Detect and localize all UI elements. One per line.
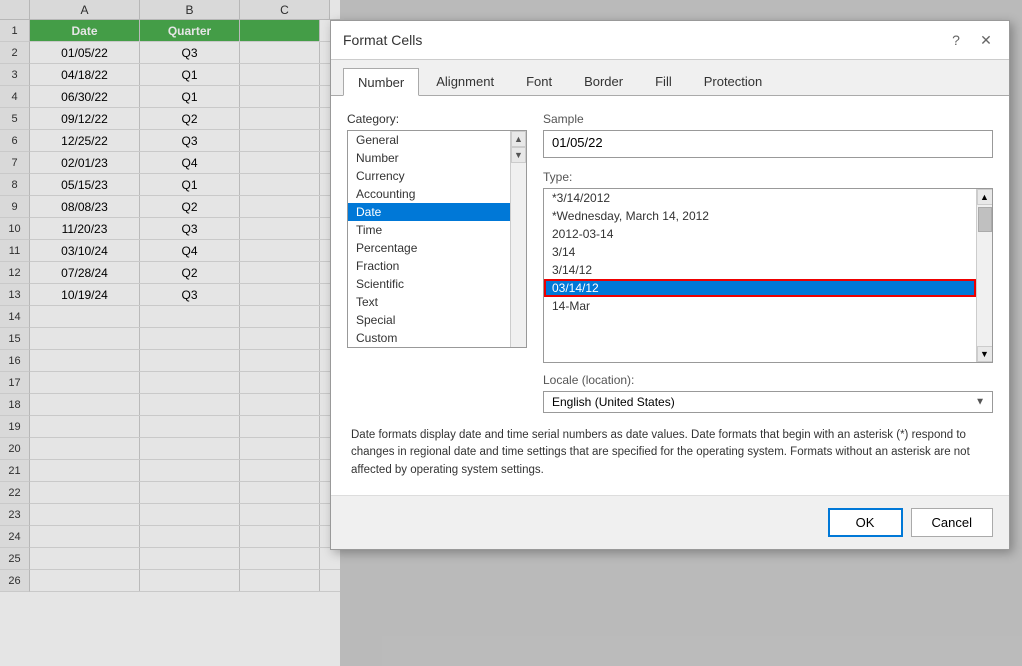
close-button[interactable]: ✕ (975, 29, 997, 51)
type-scrollbar[interactable]: ▲ ▼ (976, 189, 992, 362)
dialog-controls: ? ✕ (945, 29, 997, 51)
type-scroll-thumb[interactable] (978, 207, 992, 232)
category-label: Category: (347, 112, 527, 126)
locale-select[interactable]: English (United States) (543, 391, 993, 413)
dialog-overlay: Format Cells ? ✕ Number Alignment Font B… (0, 0, 1022, 666)
category-item-number[interactable]: Number (348, 149, 510, 167)
category-item-text[interactable]: Text (348, 293, 510, 311)
locale-label: Locale (location): (543, 373, 993, 387)
tabs-bar: Number Alignment Font Border Fill Protec… (331, 60, 1009, 96)
category-item-fraction[interactable]: Fraction (348, 257, 510, 275)
tab-number[interactable]: Number (343, 68, 419, 96)
dialog-title: Format Cells (343, 32, 422, 48)
type-item-3[interactable]: 3/14 (544, 243, 976, 261)
category-item-scientific[interactable]: Scientific (348, 275, 510, 293)
dialog-titlebar: Format Cells ? ✕ (331, 21, 1009, 60)
sample-value: 01/05/22 (543, 130, 993, 158)
category-list-wrapper: GeneralNumberCurrencyAccountingDateTimeP… (347, 130, 527, 348)
type-label: Type: (543, 170, 993, 184)
right-panel: Sample 01/05/22 Type: *3/14/2012*Wednesd… (543, 112, 993, 413)
category-item-currency[interactable]: Currency (348, 167, 510, 185)
category-item-custom[interactable]: Custom (348, 329, 510, 347)
help-button[interactable]: ? (945, 29, 967, 51)
type-item-2[interactable]: 2012-03-14 (544, 225, 976, 243)
scrollbar-up-arrow[interactable]: ▲ (511, 131, 526, 147)
tab-protection[interactable]: Protection (689, 68, 778, 95)
category-item-percentage[interactable]: Percentage (348, 239, 510, 257)
type-list: *3/14/2012*Wednesday, March 14, 20122012… (544, 189, 992, 362)
tab-alignment[interactable]: Alignment (421, 68, 509, 95)
ok-button[interactable]: OK (828, 508, 903, 537)
tab-border[interactable]: Border (569, 68, 638, 95)
dialog-body: Category: GeneralNumberCurrencyAccountin… (331, 96, 1009, 495)
description-text: Date formats display date and time seria… (347, 427, 993, 479)
scrollbar-down-arrow[interactable]: ▼ (511, 147, 526, 163)
tab-font[interactable]: Font (511, 68, 567, 95)
sample-section: Sample 01/05/22 (543, 112, 993, 158)
category-item-general[interactable]: General (348, 131, 510, 149)
type-scroll-up[interactable]: ▲ (977, 189, 993, 205)
type-list-wrapper: *3/14/2012*Wednesday, March 14, 20122012… (543, 188, 993, 363)
type-item-5[interactable]: 03/14/12 (544, 279, 976, 297)
cancel-button[interactable]: Cancel (911, 508, 993, 537)
type-item-4[interactable]: 3/14/12 (544, 261, 976, 279)
category-scrollbar[interactable]: ▲ ▼ (510, 131, 526, 347)
category-section: Category: GeneralNumberCurrencyAccountin… (347, 112, 527, 413)
category-item-time[interactable]: Time (348, 221, 510, 239)
type-item-6[interactable]: 14-Mar (544, 297, 976, 315)
category-list: GeneralNumberCurrencyAccountingDateTimeP… (348, 131, 526, 347)
type-item-1[interactable]: *Wednesday, March 14, 2012 (544, 207, 976, 225)
format-layout: Category: GeneralNumberCurrencyAccountin… (347, 112, 993, 413)
format-cells-dialog: Format Cells ? ✕ Number Alignment Font B… (330, 20, 1010, 550)
category-item-date[interactable]: Date (348, 203, 510, 221)
dialog-footer: OK Cancel (331, 495, 1009, 549)
type-scroll-down[interactable]: ▼ (977, 346, 993, 362)
type-item-0[interactable]: *3/14/2012 (544, 189, 976, 207)
tab-fill[interactable]: Fill (640, 68, 687, 95)
category-item-accounting[interactable]: Accounting (348, 185, 510, 203)
type-section: Type: *3/14/2012*Wednesday, March 14, 20… (543, 170, 993, 363)
sample-label: Sample (543, 112, 993, 126)
locale-wrapper: English (United States) ▼ (543, 391, 993, 413)
category-item-special[interactable]: Special (348, 311, 510, 329)
